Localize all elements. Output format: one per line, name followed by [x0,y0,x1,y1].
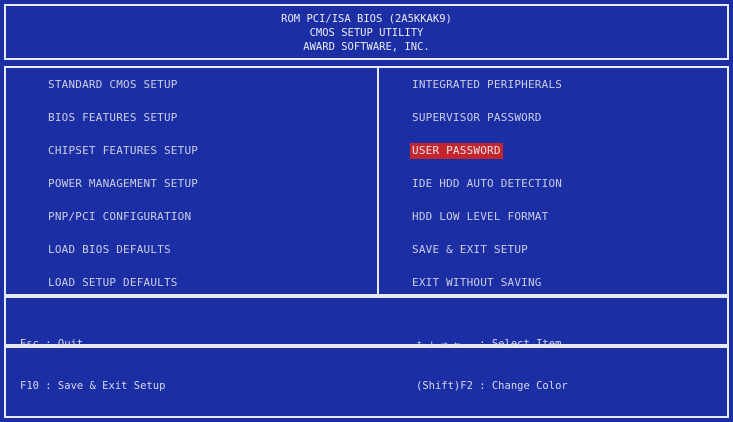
menu-item-supervisor-password[interactable]: SUPERVISOR PASSWORD [412,110,542,126]
menu-item-user-password[interactable]: USER PASSWORD [410,143,503,159]
utility-title: CMOS SETUP UTILITY [309,27,424,39]
menu-item-integrated-peripherals[interactable]: INTEGRATED PERIPHERALS [412,77,562,93]
menu-column-divider [377,68,379,294]
menu-item-ide-hdd-auto-detection[interactable]: IDE HDD AUTO DETECTION [412,176,562,192]
menu-item-load-bios-defaults[interactable]: LOAD BIOS DEFAULTS [48,242,171,258]
menu-item-exit-without-saving[interactable]: EXIT WITHOUT SAVING [412,275,542,291]
menu-item-standard-cmos-setup[interactable]: STANDARD CMOS SETUP [48,77,178,93]
bios-screen: ROM PCI/ISA BIOS (2A5KKAK9) CMOS SETUP U… [0,0,733,422]
menu-item-pnp-pci-configuration[interactable]: PNP/PCI CONFIGURATION [48,209,191,225]
menu-item-save-exit-setup[interactable]: SAVE & EXIT SETUP [412,242,528,258]
bios-version-title: ROM PCI/ISA BIOS (2A5KKAK9) [281,13,452,25]
menu-item-chipset-features-setup[interactable]: CHIPSET FEATURES SETUP [48,143,198,159]
bios-header: ROM PCI/ISA BIOS (2A5KKAK9) CMOS SETUP U… [4,4,729,60]
menu-item-bios-features-setup[interactable]: BIOS FEATURES SETUP [48,110,178,126]
key-help-bar: Esc : Quit F10 : Save & Exit Setup ↑ ↓ →… [4,296,729,392]
menu-item-power-management-setup[interactable]: POWER MANAGEMENT SETUP [48,176,198,192]
main-menu: STANDARD CMOS SETUP BIOS FEATURES SETUP … [4,66,729,296]
menu-item-load-setup-defaults[interactable]: LOAD SETUP DEFAULTS [48,275,178,291]
menu-item-hdd-low-level-format[interactable]: HDD LOW LEVEL FORMAT [412,209,548,225]
vendor-name: AWARD SOFTWARE, INC. [303,41,430,53]
status-area [4,346,729,418]
